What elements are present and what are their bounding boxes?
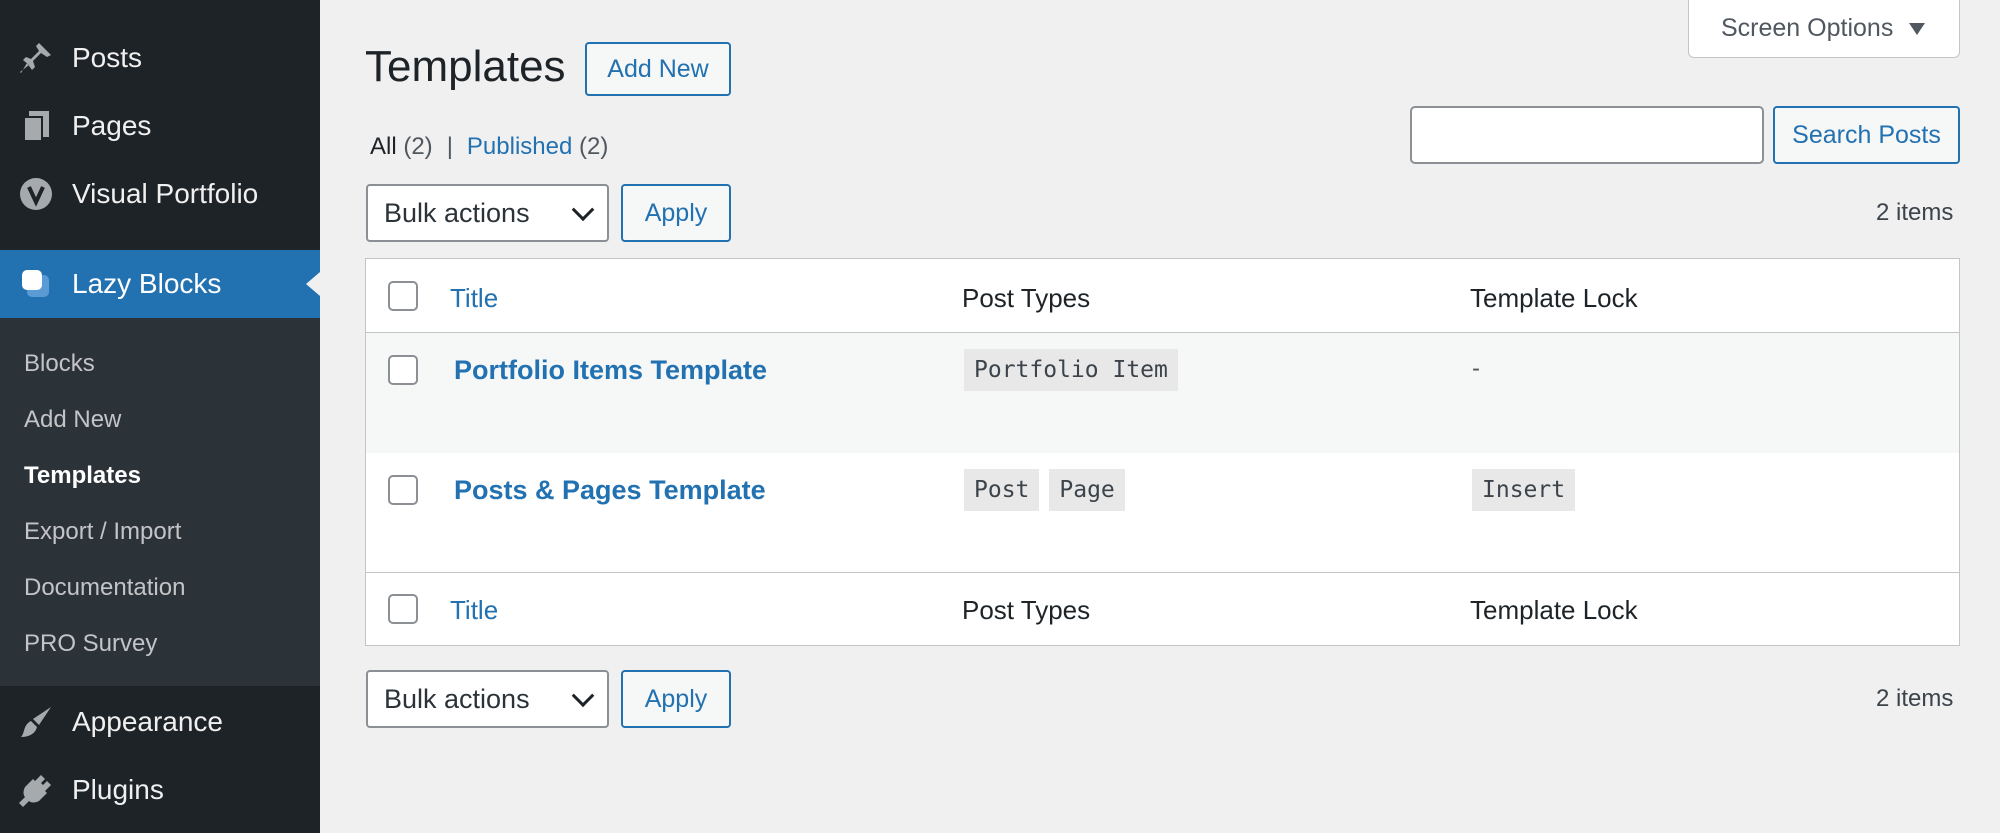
row-template-lock: Insert	[1472, 469, 1585, 511]
column-header-template-lock: Template Lock	[1470, 283, 1638, 313]
screen-options-label: Screen Options	[1721, 14, 1894, 42]
plug-icon	[0, 773, 72, 807]
bulk-actions-select-top[interactable]: Bulk actions	[366, 184, 609, 242]
submenu-item-export-import[interactable]: Export / Import	[24, 518, 181, 546]
column-footer-title[interactable]: Title	[450, 595, 498, 626]
chevron-down-icon	[571, 198, 595, 222]
submenu-item-templates[interactable]: Templates	[24, 462, 141, 490]
menu-label: Posts	[72, 42, 143, 73]
filter-published-link[interactable]: Published (2)	[467, 133, 608, 161]
add-new-button[interactable]: Add New	[585, 42, 731, 96]
row-post-types: Post Page	[964, 469, 1135, 511]
menu-item-plugins[interactable]: Plugins	[0, 756, 320, 824]
menu-label: Lazy Blocks	[72, 268, 222, 299]
row-checkbox[interactable]	[388, 355, 418, 385]
menu-label: Visual Portfolio	[72, 178, 259, 209]
row-post-types: Portfolio Item	[964, 349, 1188, 391]
search-posts-button[interactable]: Search Posts	[1773, 106, 1960, 164]
post-type-tag: Post	[964, 469, 1040, 511]
apply-button-bottom[interactable]: Apply	[621, 670, 731, 728]
template-lock-tag: Insert	[1472, 469, 1576, 511]
bulk-actions-value: Bulk actions	[384, 197, 530, 228]
row-title-link[interactable]: Posts & Pages Template	[454, 475, 766, 506]
submenu-item-add-new[interactable]: Add New	[24, 406, 121, 434]
caret-down-icon	[1909, 22, 1926, 35]
column-footer-post-types: Post Types	[962, 595, 1091, 625]
table-header: Title Post Types Template Lock	[366, 259, 1959, 333]
status-filters: All (2) | Published (2)	[370, 133, 608, 161]
submenu-item-blocks[interactable]: Blocks	[24, 350, 95, 378]
filter-all-label: All	[370, 133, 397, 160]
menu-item-lazy-blocks[interactable]: Lazy Blocks	[0, 250, 320, 318]
post-type-tag: Portfolio Item	[964, 349, 1178, 391]
items-count-bottom: 2 items	[1876, 685, 1954, 712]
screen-options-button[interactable]: Screen Options	[1688, 0, 1960, 58]
filter-all-link[interactable]: All (2)	[370, 133, 433, 161]
lazy-blocks-submenu: Blocks Add New Templates Export / Import…	[0, 318, 320, 686]
templates-table: Title Post Types Template Lock Portfolio…	[365, 258, 1960, 646]
bulk-actions-select-bottom[interactable]: Bulk actions	[366, 670, 609, 728]
filter-all-count: (2)	[403, 133, 433, 160]
submenu-item-pro-survey[interactable]: PRO Survey	[24, 630, 157, 658]
items-count-top: 2 items	[1876, 199, 1954, 226]
apply-button-top[interactable]: Apply	[621, 184, 731, 242]
menu-item-posts[interactable]: Posts	[0, 24, 320, 92]
search-input[interactable]	[1410, 106, 1764, 164]
menu-label: Appearance	[72, 706, 224, 737]
filter-published-label: Published	[466, 133, 573, 160]
table-footer: Title Post Types Template Lock	[366, 573, 1959, 647]
table-row: Portfolio Items Template Portfolio Item …	[366, 333, 1959, 453]
menu-item-appearance[interactable]: Appearance	[0, 688, 320, 756]
filter-separator: |	[446, 133, 453, 160]
row-template-lock: -	[1472, 355, 1480, 382]
menu-label: Plugins	[72, 774, 164, 805]
table-row: Posts & Pages Template Post Page Insert	[366, 453, 1959, 573]
column-footer-template-lock: Template Lock	[1470, 595, 1638, 625]
brush-icon	[0, 705, 72, 739]
select-all-checkbox-footer[interactable]	[388, 594, 418, 624]
filter-published-count: (2)	[579, 133, 609, 160]
lazy-blocks-icon	[0, 267, 72, 301]
pages-icon	[0, 109, 72, 143]
admin-sidebar: Posts Pages Visual Portfolio Lazy Blocks…	[0, 0, 320, 833]
column-header-post-types: Post Types	[962, 283, 1091, 313]
menu-item-visual-portfolio[interactable]: Visual Portfolio	[0, 160, 320, 228]
row-checkbox[interactable]	[388, 475, 418, 505]
menu-label: Pages	[72, 110, 152, 141]
column-header-title[interactable]: Title	[450, 283, 498, 314]
post-type-tag: Page	[1049, 469, 1125, 511]
row-title-link[interactable]: Portfolio Items Template	[454, 355, 767, 386]
submenu-item-documentation[interactable]: Documentation	[24, 574, 185, 602]
pin-icon	[0, 41, 72, 75]
page-title: Templates	[365, 42, 566, 91]
bulk-actions-value: Bulk actions	[384, 683, 530, 714]
v-logo-icon	[0, 177, 72, 211]
menu-item-pages[interactable]: Pages	[0, 92, 320, 160]
select-all-checkbox[interactable]	[388, 281, 418, 311]
chevron-down-icon	[571, 684, 595, 708]
